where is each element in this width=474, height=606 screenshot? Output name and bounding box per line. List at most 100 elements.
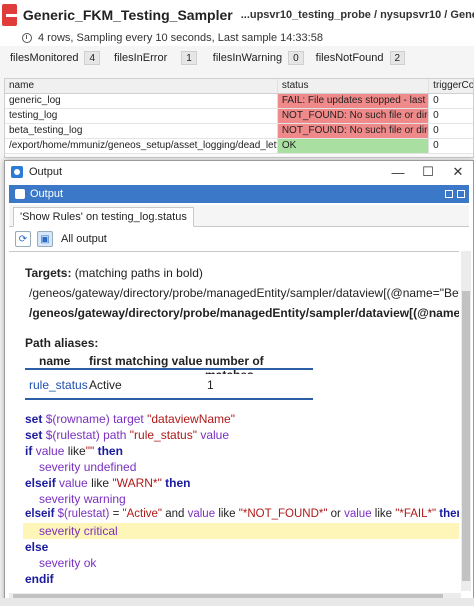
aliases-label: Path aliases: — [25, 336, 99, 350]
alias-row: rule_status Active 1 — [25, 374, 313, 398]
targets-note: (matching paths in bold) — [74, 266, 203, 280]
headline-value[interactable]: 1 — [181, 51, 197, 65]
critical-state-icon — [2, 4, 20, 26]
code-keyword: then — [165, 476, 191, 490]
scrollbar-thumb[interactable] — [462, 291, 470, 581]
output-view-bar: Output — [9, 185, 469, 203]
code-string: "Active" — [122, 508, 163, 520]
dataview-table: name status triggerCou generic_log FAIL:… — [4, 78, 474, 158]
code-token: undefined — [83, 460, 137, 474]
code-token: or — [330, 508, 341, 520]
code-string: "" — [85, 444, 95, 458]
code-token: like — [374, 508, 393, 520]
code-line: if value like"" then — [25, 444, 123, 458]
code-string: "*FAIL*" — [395, 508, 437, 520]
code-token: severity — [39, 524, 81, 538]
output-app-icon — [11, 166, 23, 178]
table-row[interactable]: beta_testing_log NOT_FOUND: No such file… — [5, 124, 473, 139]
refresh-icon[interactable]: ⟳ — [15, 231, 31, 247]
targets-label: Targets: — [25, 266, 72, 280]
alias-table-bottom — [25, 398, 313, 400]
output-toolbar: ⟳ ▣ All output — [9, 229, 469, 249]
headline-label: filesMonitored — [10, 52, 79, 64]
row-status-cell[interactable]: NOT_FOUND: No such file or directory — [277, 124, 430, 138]
dataview-path: ...upsvr10_testing_probe / nysupsvr10 / … — [240, 9, 474, 21]
code-line: severity warning — [39, 492, 126, 506]
table-row[interactable]: /export/home/mmuniz/geneos_setup/asset_l… — [5, 139, 473, 154]
row-status-cell[interactable]: FAIL: File updates stopped - last upd... — [277, 94, 430, 108]
restore-view-icon[interactable] — [445, 190, 453, 198]
row-name-cell[interactable]: generic_log — [5, 94, 278, 108]
code-string: "WARN*" — [112, 476, 162, 490]
code-token: and — [165, 508, 185, 520]
column-header-trigger[interactable]: triggerCou — [429, 79, 473, 93]
row-status-cell[interactable]: NOT_FOUND: No such file or directory — [277, 109, 430, 123]
code-token: value — [59, 476, 88, 490]
headline-value[interactable]: 4 — [84, 51, 101, 65]
alias-name[interactable]: rule_status — [29, 378, 88, 392]
headline-label: filesInError — [114, 52, 168, 64]
minimize-view-icon[interactable] — [457, 190, 465, 198]
app-root: Generic_FKM_Testing_Sampler ...upsvr10_t… — [0, 0, 474, 606]
code-var: $(rowname) — [45, 412, 110, 426]
row-name-cell[interactable]: beta_testing_log — [5, 124, 278, 138]
code-token: warning — [83, 492, 126, 506]
table-row[interactable]: testing_log NOT_FOUND: No such file or d… — [5, 109, 473, 124]
code-token: like — [91, 476, 110, 490]
column-header-name[interactable]: name — [5, 79, 278, 93]
table-row[interactable]: generic_log FAIL: File updates stopped -… — [5, 94, 473, 109]
code-line: elseif value like "WARN*" then — [25, 476, 191, 490]
code-keyword: if — [25, 444, 33, 458]
row-trigger-cell[interactable]: 0 — [429, 124, 473, 138]
window-controls: — ☐ ✕ — [383, 161, 473, 183]
code-token: target — [113, 412, 144, 426]
code-var: $(rulestat) — [45, 428, 100, 442]
window-title: Output — [29, 166, 63, 178]
row-trigger-cell[interactable]: 0 — [429, 109, 473, 123]
column-header-status[interactable]: status — [278, 79, 430, 93]
dataview-title: Generic_FKM_Testing_Sampler — [22, 7, 233, 23]
close-button[interactable]: ✕ — [443, 161, 473, 183]
code-keyword: then — [439, 508, 459, 520]
headline-row: filesMonitored 4 filesInError 1 filesInW… — [0, 48, 474, 68]
code-string: "rule_status" — [129, 428, 197, 442]
table-header-row: name status triggerCou — [5, 79, 473, 94]
code-line-matched: severity critical — [39, 524, 118, 538]
targets-line: Targets: (matching paths in bold) — [25, 266, 203, 280]
row-trigger-cell[interactable]: 0 — [429, 94, 473, 108]
headline-value[interactable]: 2 — [389, 51, 406, 65]
code-keyword: else — [25, 540, 49, 554]
row-name-cell[interactable]: testing_log — [5, 109, 278, 123]
alias-count: 1 — [207, 378, 214, 392]
code-token: severity — [39, 556, 81, 570]
row-status-cell[interactable]: OK — [277, 139, 430, 153]
code-keyword: elseif — [25, 476, 56, 490]
headline-label: filesNotFound — [315, 52, 384, 64]
code-token: path — [103, 428, 127, 442]
tab-show-rules[interactable]: 'Show Rules' on testing_log.status — [13, 207, 194, 227]
clock-icon — [22, 33, 32, 43]
code-token: ok — [83, 556, 97, 570]
minimize-button[interactable]: — — [383, 161, 413, 183]
maximize-button[interactable]: ☐ — [413, 161, 443, 183]
output-window: Output — ☐ ✕ Output 'Show Rules' on test… — [4, 160, 474, 606]
view-controls — [445, 190, 465, 198]
alias-table-header: name first matching value number of matc… — [25, 352, 313, 382]
code-keyword: endif — [25, 572, 54, 586]
sampling-status: 4 rows, Sampling every 10 seconds, Last … — [38, 32, 323, 44]
all-output-icon[interactable]: ▣ — [37, 231, 53, 247]
code-keyword: then — [97, 444, 123, 458]
row-name-cell[interactable]: /export/home/mmuniz/geneos_setup/asset_l… — [5, 139, 278, 153]
code-line: elseif $(rulestat) = "Active" and value … — [25, 508, 459, 520]
alias-col-name: name — [39, 354, 71, 368]
code-keyword: set — [25, 412, 43, 426]
row-trigger-cell[interactable]: 0 — [429, 139, 473, 153]
headline-value[interactable]: 0 — [288, 51, 304, 65]
code-token: value — [200, 428, 230, 442]
window-titlebar[interactable]: Output — ☐ ✕ — [5, 161, 473, 183]
toolbar-label: All output — [61, 233, 107, 245]
code-line: else — [25, 540, 48, 554]
rules-output: Targets: (matching paths in bold) /geneo… — [9, 251, 459, 591]
vertical-scrollbar[interactable] — [461, 251, 471, 591]
dataview-header: Generic_FKM_Testing_Sampler ...upsvr10_t… — [0, 0, 474, 30]
